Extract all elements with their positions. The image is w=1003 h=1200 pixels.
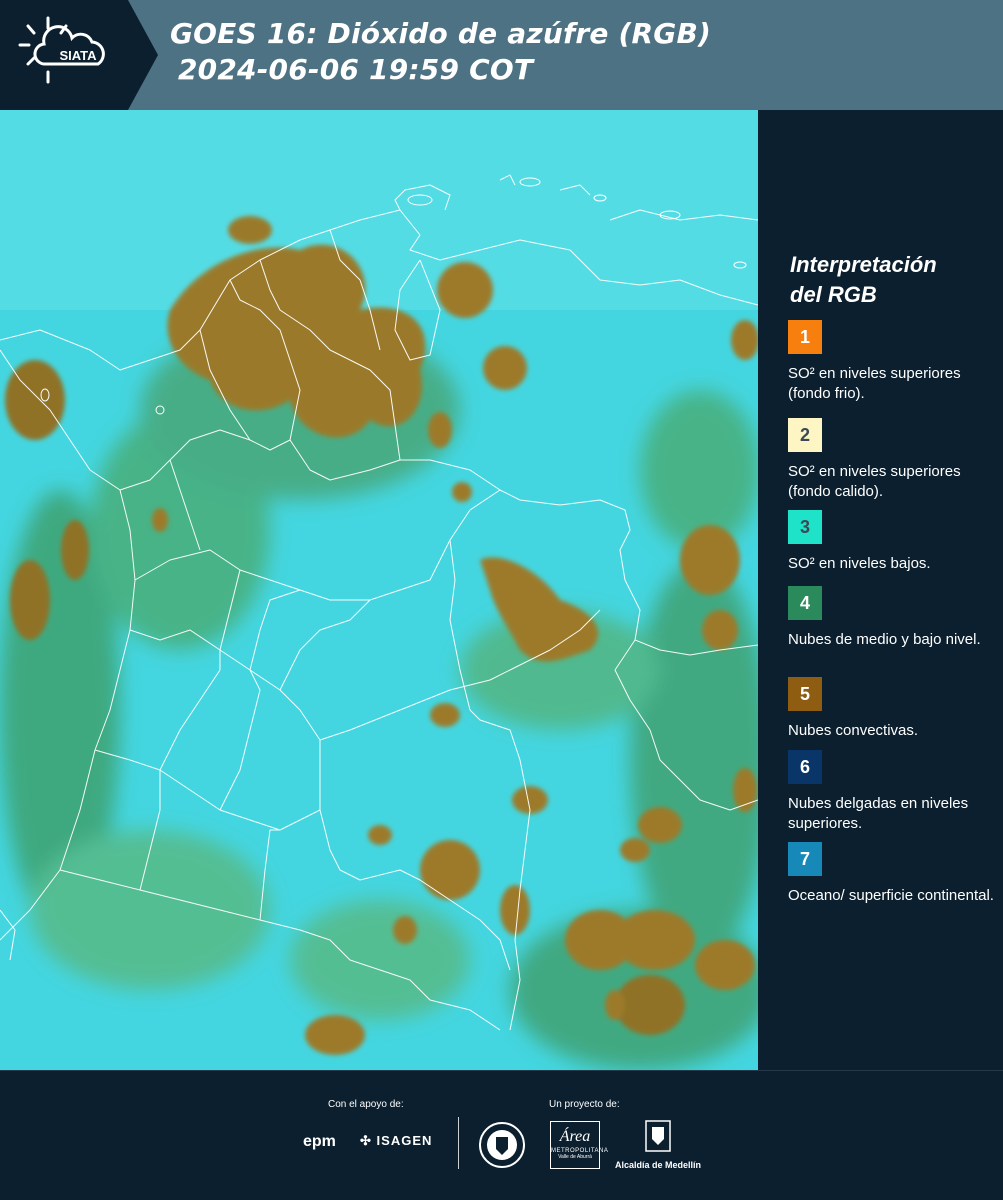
legend-label-1: SO² en niveles superiores (fondo frio). xyxy=(788,365,961,402)
legend-item-4: 4 Nubes de medio y bajo nivel. xyxy=(788,586,998,650)
legend-item-7: 7 Oceano/ superficie continental. xyxy=(788,842,998,906)
footer: Con el apoyo de: Un proyecto de: epm ✣ I… xyxy=(0,1070,1003,1200)
area-metropolitana-logo: Área METROPOLITANA Valle de Aburrá xyxy=(550,1121,608,1169)
alcaldia-logo: Alcaldía de Medellín xyxy=(612,1119,704,1170)
legend-item-3: 3 SO² en niveles bajos. xyxy=(788,510,998,574)
legend-swatch-2: 2 xyxy=(788,418,822,452)
legend-number-4: 4 xyxy=(799,592,810,613)
page-title: GOES 16: Dióxido de azúfre (RGB) 2024-06… xyxy=(170,16,711,88)
legend-panel: Interpretación del RGB 1 SO² en niveles … xyxy=(758,110,1003,1070)
alcaldia-logo-text: Alcaldía de Medellín xyxy=(614,1160,702,1170)
legend-label-4: Nubes de medio y bajo nivel. xyxy=(788,631,981,648)
legend-number-6: 6 xyxy=(799,756,810,777)
isagen-logo: ✣ ISAGEN xyxy=(360,1133,432,1149)
header-bar: SIATA GOES 16: Dióxido de azúfre (RGB) 2… xyxy=(0,0,1003,110)
title-timestamp: 2024-06-06 19:59 COT xyxy=(178,53,534,86)
epm-logo: epm xyxy=(303,1133,336,1151)
legend-swatch-4: 4 xyxy=(788,586,822,620)
legend-swatch-6: 6 xyxy=(788,750,822,784)
isagen-logo-text: ISAGEN xyxy=(376,1133,433,1148)
legend-swatch-1: 1 xyxy=(788,320,822,354)
legend-item-5: 5 Nubes convectivas. xyxy=(788,677,998,741)
legend-label-3: SO² en niveles bajos. xyxy=(788,555,931,572)
ocean-region xyxy=(0,110,758,310)
legend-label-6: Nubes delgadas en niveles superiores. xyxy=(788,795,969,832)
siata-logo: SIATA xyxy=(0,0,160,110)
legend-item-6: 6 Nubes delgadas en niveles superiores. xyxy=(788,750,998,834)
legend-label-2: SO² en niveles superiores (fondo calido)… xyxy=(788,463,961,500)
legend-number-5: 5 xyxy=(799,683,810,704)
legend-item-1: 1 SO² en niveles superiores (fondo frio)… xyxy=(788,320,998,404)
legend-swatch-5: 5 xyxy=(788,677,822,711)
legend-label-5: Nubes convectivas. xyxy=(788,722,919,739)
medellin-seal xyxy=(478,1121,526,1174)
legend-label-7: Oceano/ superficie continental. xyxy=(788,887,994,904)
legend-title-line1: Interpretación xyxy=(790,252,937,277)
area-logo-title: Área xyxy=(559,1128,591,1145)
legend-number-2: 2 xyxy=(799,424,810,445)
legend-number-1: 1 xyxy=(799,326,810,347)
logo-text: SIATA xyxy=(59,48,97,63)
footer-divider xyxy=(458,1117,459,1169)
title-product: GOES 16: Dióxido de azúfre (RGB) xyxy=(170,17,712,50)
alcaldia-shield-icon xyxy=(645,1120,671,1152)
legend-swatch-7: 7 xyxy=(788,842,822,876)
epm-logo-text: epm xyxy=(303,1133,336,1150)
support-label: Con el apoyo de: xyxy=(328,1099,404,1110)
legend-title: Interpretación del RGB xyxy=(790,250,990,310)
legend-number-3: 3 xyxy=(799,516,810,537)
legend-swatch-3: 3 xyxy=(788,510,822,544)
project-label: Un proyecto de: xyxy=(549,1099,620,1110)
legend-item-2: 2 SO² en niveles superiores (fondo calid… xyxy=(788,418,998,502)
isagen-icon: ✣ xyxy=(360,1133,372,1148)
area-logo-line3: Valle de Aburrá xyxy=(558,1154,592,1160)
legend-title-line2: del RGB xyxy=(790,282,877,307)
legend-number-7: 7 xyxy=(799,848,810,869)
satellite-map xyxy=(0,110,758,1070)
